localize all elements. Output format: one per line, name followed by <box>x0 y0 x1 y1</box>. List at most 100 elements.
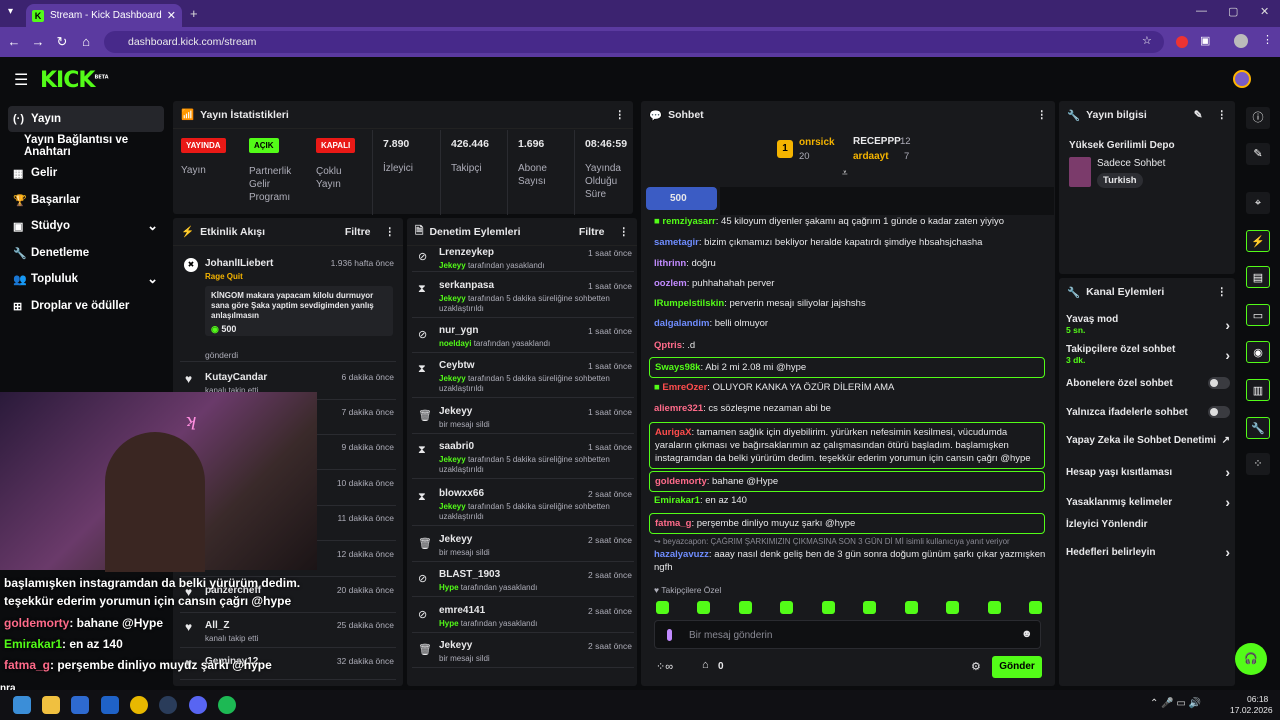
support-headset-icon[interactable]: 🎧 <box>1235 643 1267 675</box>
chat-message[interactable]: lithrinn: doğru <box>648 257 1048 270</box>
bookmark-star-icon[interactable]: ☆ <box>1142 34 1152 47</box>
moderator-name[interactable]: Hype <box>439 619 459 628</box>
chat-username[interactable]: aliemre321 <box>654 403 703 414</box>
category-thumbnail[interactable] <box>1069 157 1091 187</box>
close-tab-icon[interactable]: ✕ <box>167 9 176 22</box>
chat-settings-icon[interactable]: ⚙ <box>971 660 981 673</box>
chat-message[interactable]: goldemorty: bahane @Hype <box>649 471 1045 492</box>
channel-action-item[interactable]: Abonelere özel sohbet <box>1066 377 1230 389</box>
reply-message[interactable]: hazalyavuzz: aaay nasıl denk geliş ben d… <box>654 548 1046 574</box>
moderator-name[interactable]: Hype <box>439 583 459 592</box>
mod-log-username[interactable]: Jekeyy <box>439 406 472 417</box>
chat-username[interactable]: AurigaX <box>655 427 691 438</box>
category-name[interactable]: Sadece Sohbet <box>1097 158 1165 169</box>
moderator-name[interactable]: Jekeyy <box>439 294 466 303</box>
mod-log-item[interactable]: ⊘ emre4141 2 saat önce Hype tarafından yasa… <box>412 600 634 633</box>
external-link-icon[interactable]: ↗ <box>1222 435 1230 446</box>
moderator-name[interactable]: noeldayi <box>439 339 471 348</box>
expand-leaderboard-icon[interactable]: ⩡ <box>842 168 848 179</box>
chevron-right-icon[interactable]: › <box>1225 347 1230 363</box>
emote-icon[interactable] <box>697 601 711 614</box>
sidebar-item-7[interactable]: ⊞ Droplar ve ödüller <box>8 293 164 319</box>
channel-action-item[interactable]: İzleyici Yönlendir <box>1066 519 1230 530</box>
mod-log-item[interactable]: ⧗ blowxx66 2 saat önce Jekeyy tarafından 5 … <box>412 483 634 526</box>
sidebar-item-3[interactable]: 🏆 Başarılar <box>8 187 164 213</box>
chat-message[interactable]: ■ EmreOzer: OLUYOR KANKA YA ÖZÜR DİLERİM… <box>648 381 1048 394</box>
activity-item[interactable]: ✖ JohanlILiebert 1.936 hafta önce Rage Quit… <box>180 252 396 362</box>
reload-icon[interactable]: ↻ <box>50 34 74 50</box>
chat-message[interactable]: oozlem: puhhahahah perver <box>648 277 1048 290</box>
toggle-switch[interactable] <box>1208 406 1230 418</box>
pencil-rail-icon[interactable]: ✎ <box>1246 143 1270 165</box>
sidebar-item-0[interactable]: (·) Yayın <box>8 106 164 132</box>
stats-rail-icon[interactable]: ▥ <box>1246 379 1270 401</box>
browser-menu-icon[interactable]: ⋮ <box>1262 33 1273 46</box>
mod-log-username[interactable]: serkanpasa <box>439 280 494 291</box>
chat-username[interactable]: sametagir <box>654 237 699 248</box>
edit-icon[interactable]: ✎ <box>1194 109 1203 121</box>
mail-icon[interactable] <box>71 696 89 714</box>
discord-icon[interactable] <box>189 696 207 714</box>
mod-log-item[interactable]: ⊘ BLAST_1903 2 saat önce Hype tarafından ya… <box>412 564 634 597</box>
wrench-rail-icon[interactable]: 🔧 <box>1246 417 1270 439</box>
channel-action-item[interactable]: Yalnızca ifadelerle sohbet <box>1066 406 1230 418</box>
extensions-puzzle-icon[interactable]: ▣ <box>1200 34 1210 47</box>
chat-username[interactable]: oozlem <box>654 278 687 289</box>
emote-icon[interactable] <box>656 601 669 614</box>
emote-icon[interactable] <box>863 601 877 614</box>
leader2-name[interactable]: RECEPPP <box>853 136 901 147</box>
send-button[interactable]: Gönder <box>992 656 1042 678</box>
emoji-icon[interactable]: ☻ <box>1021 628 1033 640</box>
chat-input[interactable]: Bir mesaj gönderin ☻ <box>654 620 1041 649</box>
channel-action-item[interactable]: Hesap yaşı kısıtlaması › <box>1066 464 1230 480</box>
mod-log-username[interactable]: nur_ygn <box>439 325 478 336</box>
leader-name[interactable]: onrsick <box>799 137 835 148</box>
pinned-gift[interactable]: 500 <box>646 187 717 210</box>
toggle-switch[interactable] <box>1208 377 1230 389</box>
moderator-name[interactable]: Jekeyy <box>439 455 466 464</box>
moderator-name[interactable]: Jekeyy <box>439 261 466 270</box>
mod-log-username[interactable]: Lrenzeykep <box>439 247 494 258</box>
emote-icon[interactable] <box>821 601 835 614</box>
activity-menu-icon[interactable]: ⋮ <box>385 226 396 238</box>
chat-username[interactable]: lithrinn <box>654 258 686 269</box>
reply-username[interactable]: hazalyavuzz <box>654 549 709 560</box>
maximize-icon[interactable]: ▢ <box>1228 5 1238 18</box>
chevron-right-icon[interactable]: › <box>1225 464 1230 480</box>
mod-log-item[interactable]: ⊘ nur_ygn 1 saat önce noeldayi tarafından y… <box>412 320 634 353</box>
chat-username[interactable]: lRumpelstilskin <box>654 298 724 309</box>
chat-username[interactable]: Emirakar1 <box>654 495 700 506</box>
new-tab-icon[interactable]: + <box>190 6 198 21</box>
chevron-right-icon[interactable]: › <box>1225 544 1230 560</box>
channel-action-item[interactable]: Hedefleri belirleyin › <box>1066 544 1230 560</box>
mod-log-item[interactable]: ⧗ serkanpasa 1 saat önce Jekeyy tarafından … <box>412 275 634 318</box>
chevron-down-icon[interactable]: ⌄ <box>147 218 158 234</box>
home-icon[interactable]: ⌂ <box>74 34 98 49</box>
mod-log-username[interactable]: Jekeyy <box>439 640 472 651</box>
chat-username[interactable]: Sways98k <box>655 362 700 373</box>
chat-message[interactable]: Emirakar1: en az 140 <box>648 494 1048 507</box>
hamburger-menu-icon[interactable]: ☰ <box>14 70 28 90</box>
chevron-down-icon[interactable]: ⌄ <box>147 271 158 287</box>
activity-item[interactable]: ♥ All_Z 25 dakika önce kanalı takip etti <box>180 614 396 648</box>
chat-message[interactable]: AurigaX: tamamen sağlık için diyebilirim… <box>649 422 1045 469</box>
activity-username[interactable]: All_Z <box>205 620 229 631</box>
chat-message[interactable]: lRumpelstilskin: perverin mesajı siliyol… <box>648 297 1048 310</box>
lightning-rail-icon[interactable]: ⚡ <box>1246 230 1270 252</box>
focus-rail-icon[interactable]: ⌖ <box>1246 192 1270 214</box>
steam-icon[interactable] <box>159 696 177 714</box>
chat-username[interactable]: fatma_g <box>655 518 691 529</box>
log-rail-icon[interactable]: ▤ <box>1246 266 1270 288</box>
chat-username[interactable]: dalgalandim <box>654 318 709 329</box>
emote-icon[interactable] <box>738 601 752 614</box>
leader3-name[interactable]: ardaayt <box>853 151 889 162</box>
emote-icon[interactable] <box>780 601 794 614</box>
modlog-filter-button[interactable]: Filtre <box>579 226 605 238</box>
chat-message[interactable]: dalgalandim: belli olmuyor <box>648 317 1048 330</box>
url-field[interactable]: dashboard.kick.com/stream <box>104 31 1164 53</box>
mod-log-item[interactable]: 🗑 Jekeyy 2 saat önce bir mesajı sildi <box>412 635 634 668</box>
emote-icon[interactable] <box>1028 601 1042 614</box>
emote-icon[interactable] <box>946 601 960 614</box>
chat-menu-icon[interactable]: ⋮ <box>1037 109 1048 121</box>
forward-icon[interactable]: → <box>26 34 50 49</box>
